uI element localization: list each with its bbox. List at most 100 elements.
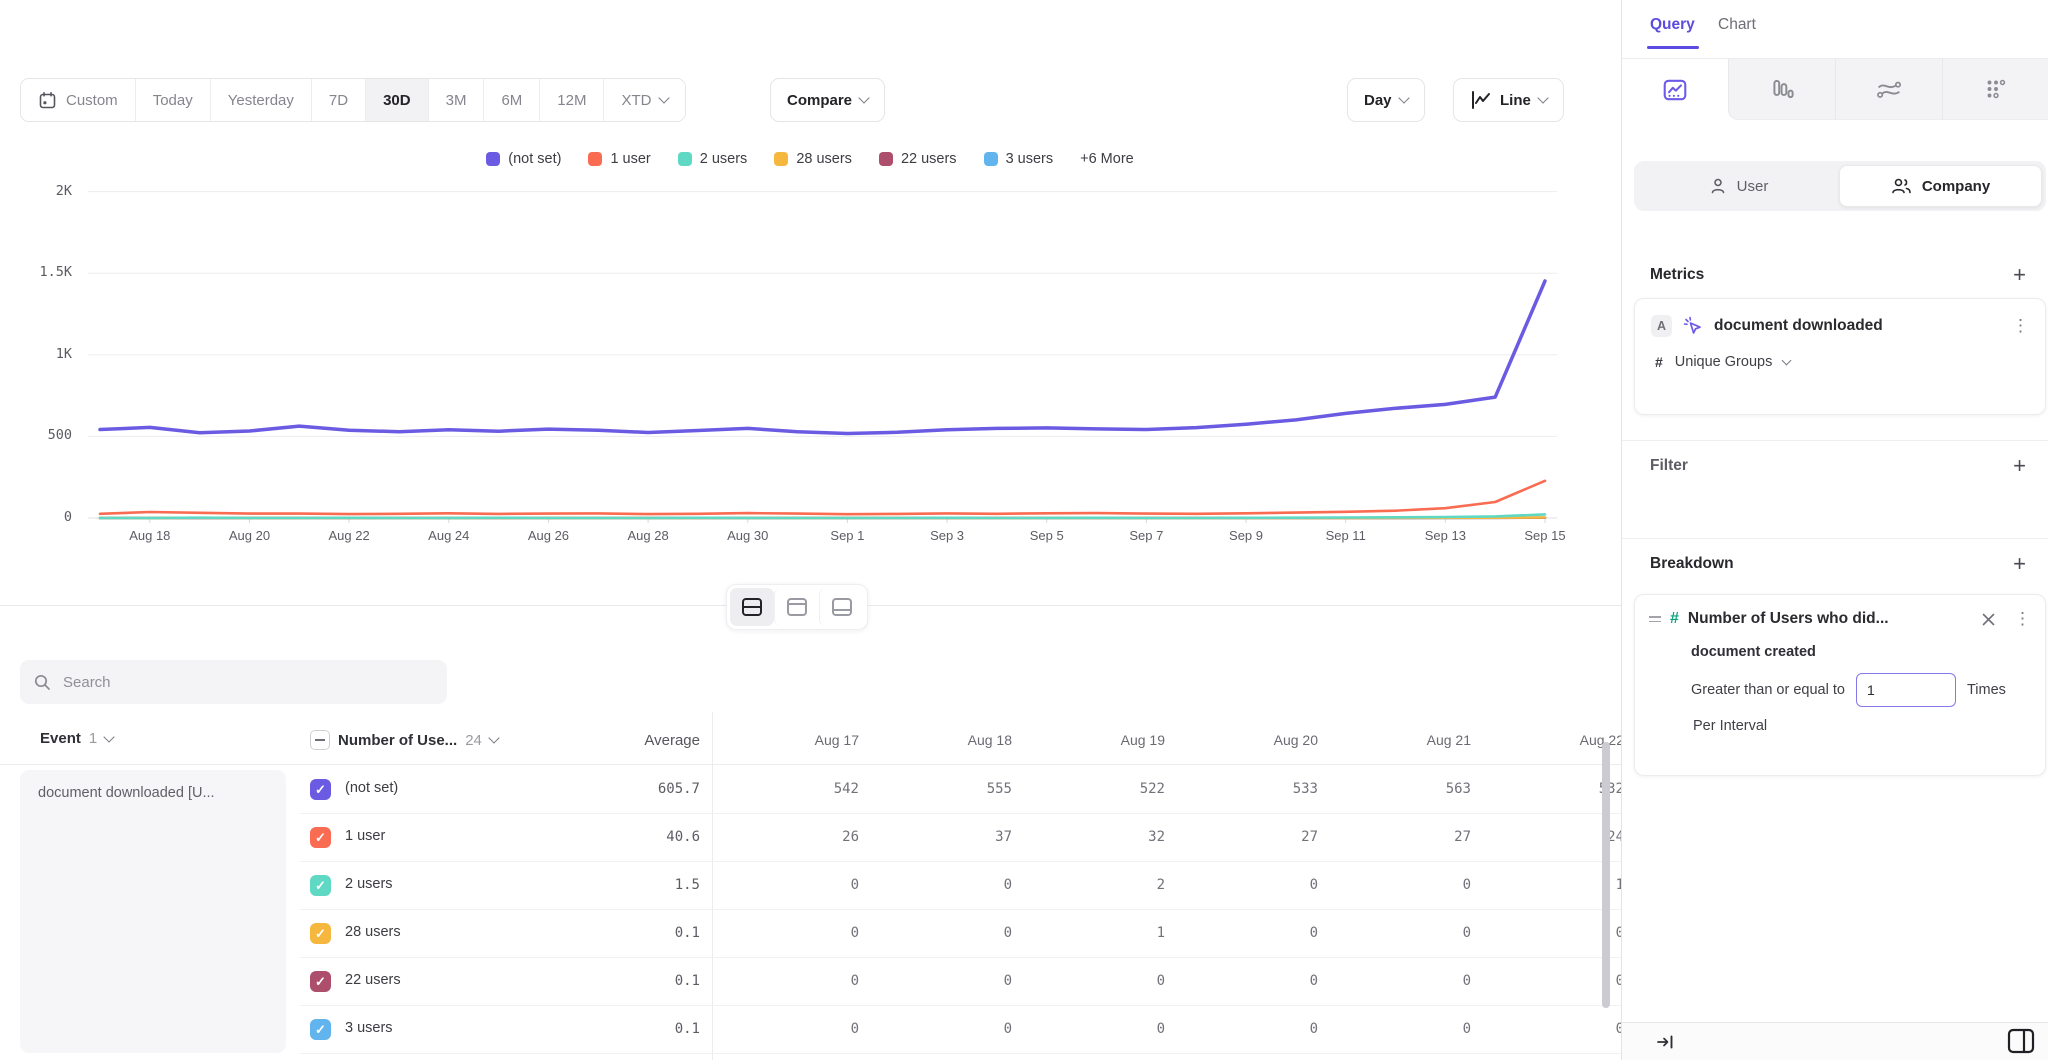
tab-chart[interactable]: Chart [1718, 16, 1756, 34]
metric-kebab-menu[interactable]: ⋮ [2012, 319, 2029, 333]
breakdown-times-input[interactable] [1856, 673, 1956, 707]
legend-item[interactable]: 1 user [588, 151, 650, 167]
table-scrollbar[interactable] [1602, 742, 1610, 1008]
breakdown-kebab-menu[interactable]: ⋮ [2014, 612, 2031, 626]
legend-label: 22 users [901, 151, 957, 167]
legend-swatch [588, 152, 602, 166]
range-button-3m[interactable]: 3M [428, 79, 484, 121]
search-input[interactable] [61, 673, 433, 692]
interval-dropdown[interactable]: Day [1347, 78, 1425, 122]
chevron-down-icon [1782, 356, 1792, 366]
breakdown-condition-label[interactable]: Greater than or equal to [1691, 682, 1845, 698]
scope-toggle: User Company [1634, 161, 2046, 211]
chart-top-layout-icon [785, 596, 809, 618]
event-col-count: 1 [89, 730, 97, 747]
average-value: 40.6 [566, 829, 700, 845]
chart-type-line-button[interactable] [1622, 59, 1728, 120]
legend-item[interactable]: 22 users [879, 151, 957, 167]
event-col-label: Event [40, 730, 81, 747]
breakdown-name[interactable]: Number of Users who did... [1688, 610, 1973, 628]
breakdown-event-name[interactable]: document created [1691, 644, 2031, 660]
range-button-7d[interactable]: 7D [311, 79, 365, 121]
tab-query[interactable]: Query [1650, 16, 1695, 34]
select-all-checkbox[interactable] [310, 730, 330, 750]
cell-value: 24 [1487, 829, 1621, 845]
legend-swatch [879, 152, 893, 166]
line-chart-icon [1470, 90, 1492, 110]
scope-company-button[interactable]: Company [1839, 165, 2042, 207]
series-label: 28 users [345, 924, 401, 940]
chart-type-bar-button[interactable] [1728, 59, 1835, 120]
cell-value: 32 [1028, 829, 1165, 845]
cell-value: 0 [1334, 877, 1471, 893]
add-breakdown-button[interactable]: + [2013, 555, 2026, 573]
drag-handle-icon[interactable] [1649, 616, 1661, 622]
close-icon[interactable] [1982, 613, 1995, 626]
metric-event-name[interactable]: document downloaded [1714, 317, 2002, 335]
cell-value: 0 [1487, 973, 1621, 989]
breakdown-card[interactable]: # Number of Users who did... ⋮ document … [1634, 594, 2046, 776]
series-label: 22 users [345, 972, 401, 988]
range-button-yesterday[interactable]: Yesterday [210, 79, 311, 121]
measure-dropdown[interactable]: Unique Groups [1675, 354, 1791, 370]
series-checkbox[interactable]: ✓ [310, 923, 331, 944]
series-label: 3 users [345, 1020, 393, 1036]
chart-type-dots-button[interactable] [1942, 59, 2048, 120]
cell-value: 0 [722, 877, 859, 893]
series-checkbox[interactable]: ✓ [310, 971, 331, 992]
compare-button[interactable]: Compare [770, 78, 885, 122]
event-name-cell[interactable]: document downloaded [U... [20, 770, 286, 1053]
range-button-30d[interactable]: 30D [365, 79, 428, 121]
scope-user-button[interactable]: User [1638, 165, 1839, 207]
range-button-6m[interactable]: 6M [483, 79, 539, 121]
metric-card[interactable]: A document downloaded ⋮ # Unique Groups [1634, 298, 2046, 415]
search-icon [34, 674, 51, 691]
cell-value: 532 [1487, 781, 1621, 797]
chart-type-flow-button[interactable] [1835, 59, 1942, 120]
chart-type-dropdown[interactable]: Line [1453, 78, 1564, 122]
metrics-section-header: Metrics + [1650, 266, 2026, 284]
x-axis-label: Sep 5 [1002, 528, 1092, 543]
series-checkbox[interactable]: ✓ [310, 827, 331, 848]
collapse-panel-icon[interactable] [1656, 1033, 1676, 1051]
legend-label: 2 users [700, 151, 748, 167]
dots-chart-type-icon [1983, 77, 2009, 101]
breakdown-per-interval[interactable]: Per Interval [1693, 718, 2031, 734]
layout-chart-bottom-button[interactable] [819, 588, 864, 626]
chevron-down-icon [659, 92, 670, 103]
x-axis-label: Aug 26 [503, 528, 593, 543]
add-filter-button[interactable]: + [2013, 457, 2026, 475]
legend-item[interactable]: 2 users [678, 151, 748, 167]
main-area: CustomTodayYesterday7D30D3M6M12MXTD Comp… [0, 0, 1621, 1060]
legend-swatch [486, 152, 500, 166]
range-button-today[interactable]: Today [135, 79, 210, 121]
range-button-12m[interactable]: 12M [539, 79, 603, 121]
layout-chart-top-button[interactable] [774, 588, 819, 626]
toggle-right-panel-icon[interactable] [2007, 1028, 2035, 1054]
chart-bottom-layout-icon [830, 596, 854, 618]
breakdown-hash-icon: # [1670, 610, 1679, 628]
chart-type-selector [1622, 58, 2048, 120]
search-field [20, 660, 447, 704]
filter-title: Filter [1650, 457, 1688, 475]
legend-more[interactable]: +6 More [1080, 151, 1134, 167]
add-metric-button[interactable]: + [2013, 266, 2026, 284]
legend-item[interactable]: (not set) [486, 151, 561, 167]
layout-split-view-button[interactable] [730, 588, 774, 626]
layout-toggle-group [726, 584, 868, 630]
cell-value: 2 [1028, 877, 1165, 893]
number-column-header[interactable]: Number of Use... 24 [310, 730, 498, 750]
series-checkbox[interactable]: ✓ [310, 875, 331, 896]
legend-label: 1 user [610, 151, 650, 167]
range-button-custom[interactable]: Custom [21, 79, 135, 121]
range-button-xtd[interactable]: XTD [603, 79, 685, 121]
series-checkbox[interactable]: ✓ [310, 779, 331, 800]
event-column-header[interactable]: Event 1 [40, 730, 113, 747]
y-axis-label: 500 [0, 427, 72, 443]
date-column-header: Aug 19 [1028, 732, 1165, 748]
legend-item[interactable]: 28 users [774, 151, 852, 167]
series-checkbox[interactable]: ✓ [310, 1019, 331, 1040]
cell-value: 0 [875, 1021, 1012, 1037]
y-axis-label: 1.5K [0, 264, 72, 280]
legend-item[interactable]: 3 users [984, 151, 1054, 167]
